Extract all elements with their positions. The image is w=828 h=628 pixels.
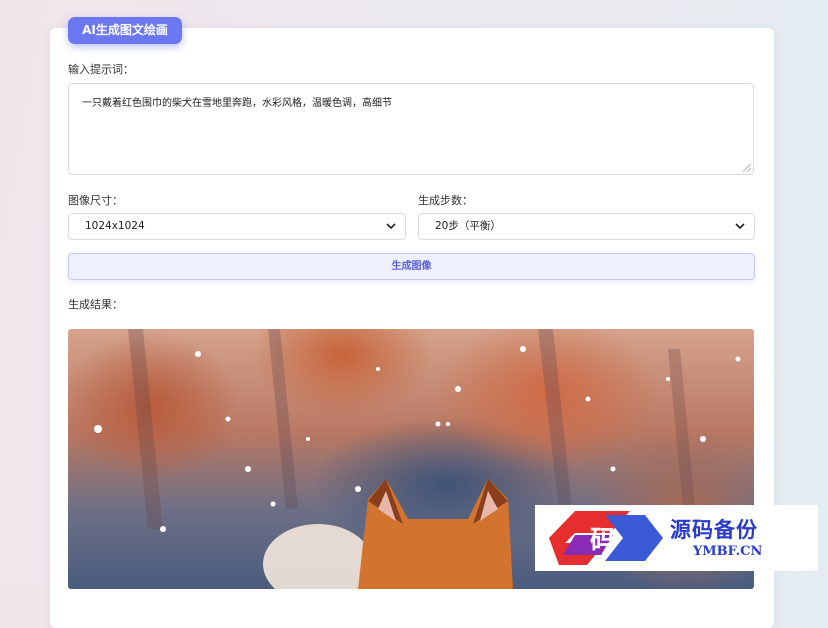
steps-select[interactable]: 20步（平衡） [418, 213, 755, 240]
size-select-value: 1024x1024 [85, 220, 145, 232]
watermark-subtitle: YMBF.CN [693, 544, 763, 559]
steps-select-value: 20步（平衡） [435, 220, 501, 232]
prompt-text: 一只戴着红色围巾的柴犬在雪地里奔跑，水彩风格，温暖色调，高细节 [82, 98, 392, 109]
chevron-down-icon [735, 223, 745, 230]
prompt-label: 输入提示词： [68, 63, 134, 76]
prompt-textarea[interactable]: 一只戴着红色围巾的柴犬在雪地里奔跑，水彩风格，温暖色调，高细节 [68, 83, 754, 175]
result-label: 生成结果： [68, 298, 123, 311]
generate-image-button[interactable]: 生成图像 [68, 253, 755, 280]
size-label: 图像尺寸： [68, 194, 123, 207]
chevron-down-icon [386, 223, 396, 230]
watermark-logo-char: 码 [590, 526, 617, 556]
watermark-title: 源码备份 [670, 517, 758, 542]
size-select[interactable]: 1024x1024 [68, 213, 406, 240]
watermark-badge: 码 源码备份 YMBF.CN [535, 505, 818, 571]
steps-label: 生成步数： [418, 194, 473, 207]
resize-grip-icon[interactable] [743, 164, 751, 172]
app-title-badge: AI生成图文绘画 [68, 17, 182, 44]
